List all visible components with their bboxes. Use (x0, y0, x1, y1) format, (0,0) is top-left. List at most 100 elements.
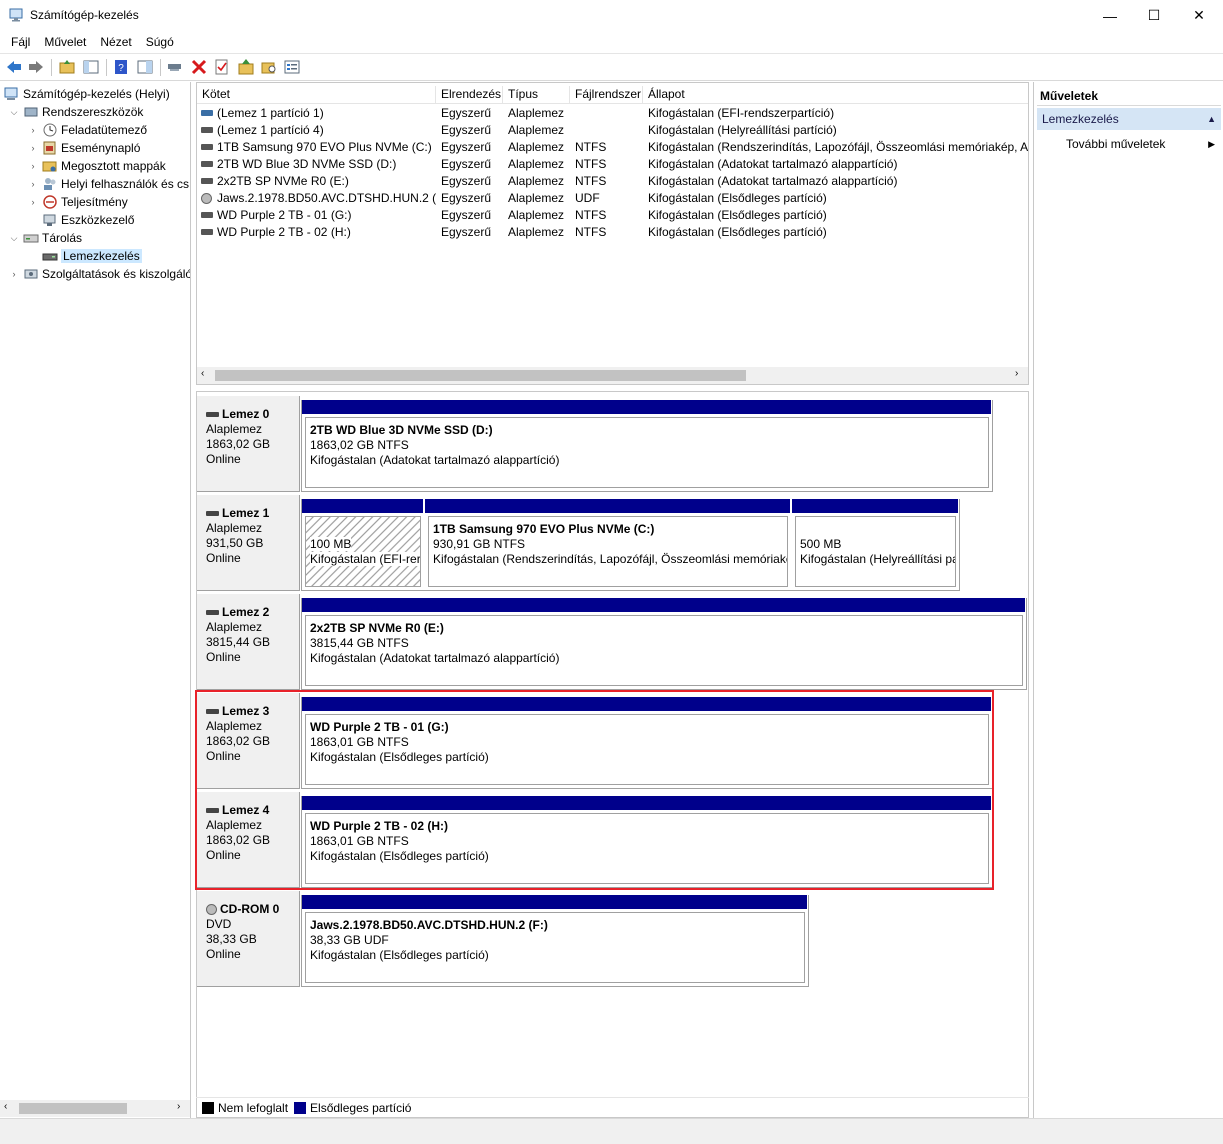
disk-icon (206, 610, 219, 615)
partition[interactable]: WD Purple 2 TB - 02 (H:) 1863,01 GB NTFS… (302, 796, 991, 887)
actions-pane: Műveletek Lemezkezelés ▲ További művelet… (1033, 82, 1223, 1118)
partition-box-recovery: 500 MB Kifogástalan (Helyreállítási pa (795, 516, 956, 587)
tree-item-performance[interactable]: › Teljesítmény (27, 193, 128, 211)
partitions-frame: 2x2TB SP NVMe R0 (E:) 3815,44 GB NTFS Ki… (301, 598, 1027, 690)
disk-info[interactable]: Lemez 3 Alaplemez 1863,02 GB Online (197, 693, 300, 789)
expand-arrow-icon[interactable]: ⌵ (8, 107, 20, 118)
menu-action[interactable]: Művelet (37, 35, 93, 49)
disk-info[interactable]: Lemez 1 Alaplemez 931,50 GB Online (197, 495, 300, 591)
tree-item-device-manager[interactable]: Eszközkezelő (42, 211, 134, 229)
menu-view[interactable]: Nézet (93, 35, 138, 49)
column-header-type[interactable]: Típus (503, 86, 570, 104)
tree-item-storage[interactable]: ⌵ Tárolás (8, 229, 82, 247)
partition-box: WD Purple 2 TB - 01 (G:) 1863,01 GB NTFS… (305, 714, 989, 785)
list-row[interactable]: Jaws.2.1978.BD50.AVC.DTSHD.HUN.2 (F:) Eg… (197, 190, 1028, 207)
list-row[interactable]: 2TB WD Blue 3D NVMe SSD (D:) Egyszerű Al… (197, 156, 1028, 173)
minimize-button[interactable]: — (1087, 0, 1133, 31)
list-row[interactable]: WD Purple 2 TB - 01 (G:) Egyszerű Alaple… (197, 207, 1028, 224)
collapse-arrow-icon[interactable]: ▲ (1207, 108, 1216, 130)
properties-pane-icon[interactable] (136, 58, 154, 76)
tree-item-computer-management[interactable]: Számítógép-kezelés (Helyi) (4, 85, 170, 103)
scrollbar-thumb[interactable] (19, 1103, 127, 1114)
expand-arrow-icon[interactable]: › (8, 269, 20, 279)
tree-item-task-scheduler[interactable]: › Feladatütemező (27, 121, 148, 139)
tree-item-disk-management[interactable]: Lemezkezelés (42, 247, 142, 265)
tree-item-local-users[interactable]: › Helyi felhasználók és cs (27, 175, 190, 193)
event-log-icon (43, 141, 56, 155)
check-icon[interactable] (213, 58, 231, 76)
partition[interactable]: 100 MB Kifogástalan (EFI-rer (302, 499, 423, 590)
cd-drive-icon (206, 904, 217, 915)
submenu-arrow-icon: ▶ (1208, 139, 1215, 149)
delete-icon[interactable] (190, 58, 208, 76)
disk-info[interactable]: Lemez 2 Alaplemez 3815,44 GB Online (197, 594, 300, 690)
tree-item-system-tools[interactable]: ⌵ Rendszereszközök (8, 103, 144, 121)
partition[interactable]: WD Purple 2 TB - 01 (G:) 1863,01 GB NTFS… (302, 697, 991, 788)
expand-arrow-icon[interactable]: ⌵ (8, 233, 20, 244)
tree-item-event-viewer[interactable]: › Eseménynapló (27, 139, 141, 157)
menu-file[interactable]: Fájl (4, 35, 37, 49)
show-tree-icon[interactable] (82, 58, 100, 76)
scroll-right-icon[interactable]: › (177, 1101, 180, 1112)
close-button[interactable]: ✕ (1176, 0, 1222, 31)
disk-row-cdrom: CD-ROM 0 DVD 38,33 GB Online Jaws.2.1978… (197, 891, 997, 990)
volume-icon (201, 161, 213, 167)
list-row[interactable]: 2x2TB SP NVMe R0 (E:) Egyszerű Alaplemez… (197, 173, 1028, 190)
volume-icon (201, 178, 213, 184)
help-icon[interactable]: ? (112, 58, 130, 76)
toolbar: ? (0, 53, 1223, 81)
storage-icon (23, 234, 39, 243)
disk-info[interactable]: Lemez 4 Alaplemez 1863,02 GB Online (197, 792, 300, 888)
more-actions-item[interactable]: További műveletek ▶ (1037, 134, 1221, 154)
list-header: Kötet Elrendezés Típus Fájlrendszer Álla… (197, 86, 1028, 104)
column-header-status[interactable]: Állapot (643, 86, 1028, 104)
scroll-left-icon[interactable]: ‹ (201, 368, 204, 379)
cd-drive-icon (201, 193, 212, 204)
partition[interactable]: 1TB Samsung 970 EVO Plus NVMe (C:) 930,9… (425, 499, 790, 590)
search-folder-icon[interactable] (260, 58, 278, 76)
partition-box: 2TB WD Blue 3D NVMe SSD (D:) 1863,02 GB … (305, 417, 989, 488)
menu-help[interactable]: Súgó (139, 35, 181, 49)
partition-bar (302, 796, 991, 810)
partition-bar (302, 598, 1025, 612)
list-row[interactable]: 1TB Samsung 970 EVO Plus NVMe (C:) Egysz… (197, 139, 1028, 156)
clock-icon (43, 123, 57, 137)
expand-arrow-icon[interactable]: › (27, 161, 39, 171)
list-row[interactable]: (Lemez 1 partíció 1) Egyszerű Alaplemez … (197, 105, 1028, 122)
expand-arrow-icon[interactable]: › (27, 197, 39, 207)
tree-item-services[interactable]: › Szolgáltatások és kiszolgáló (8, 265, 191, 283)
legend: Nem lefoglalt Elsődleges partíció (196, 1097, 1029, 1118)
scrollbar-thumb[interactable] (215, 370, 746, 381)
maximize-button[interactable]: ☐ (1131, 0, 1177, 31)
legend-label-unallocated: Nem lefoglalt (218, 1101, 289, 1115)
scroll-right-icon[interactable]: › (1015, 368, 1018, 379)
partition[interactable]: 2TB WD Blue 3D NVMe SSD (D:) 1863,02 GB … (302, 400, 991, 491)
disk-icon (206, 412, 219, 417)
connect-icon[interactable] (166, 58, 184, 76)
back-arrow-icon[interactable] (5, 58, 23, 76)
column-header-layout[interactable]: Elrendezés (436, 86, 503, 104)
expand-arrow-icon[interactable]: › (27, 179, 39, 189)
column-header-filesystem[interactable]: Fájlrendszer (570, 86, 643, 104)
scroll-left-icon[interactable]: ‹ (4, 1101, 7, 1112)
tree-horizontal-scrollbar[interactable]: ‹ › (0, 1100, 190, 1117)
disk-info[interactable]: CD-ROM 0 DVD 38,33 GB Online (197, 891, 300, 987)
disk-info[interactable]: Lemez 0 Alaplemez 1863,02 GB Online (197, 396, 300, 492)
partition[interactable]: 500 MB Kifogástalan (Helyreállítási pa (792, 499, 958, 590)
list-row[interactable]: WD Purple 2 TB - 02 (H:) Egyszerű Alaple… (197, 224, 1028, 241)
disk-row-0: Lemez 0 Alaplemez 1863,02 GB Online 2TB … (197, 396, 997, 495)
volume-icon (201, 144, 213, 150)
folder-up-icon[interactable] (237, 58, 255, 76)
up-folder-icon[interactable] (58, 58, 76, 76)
properties-icon[interactable] (283, 58, 301, 76)
list-horizontal-scrollbar[interactable]: ‹ › (197, 367, 1028, 384)
forward-arrow-icon[interactable] (27, 58, 45, 76)
list-row[interactable]: (Lemez 1 partíció 4) Egyszerű Alaplemez … (197, 122, 1028, 139)
partition[interactable]: Jaws.2.1978.BD50.AVC.DTSHD.HUN.2 (F:) 38… (302, 895, 807, 986)
actions-section-disk-management[interactable]: Lemezkezelés ▲ (1037, 108, 1221, 130)
expand-arrow-icon[interactable]: › (27, 143, 39, 153)
column-header-volume[interactable]: Kötet (197, 86, 436, 104)
expand-arrow-icon[interactable]: › (27, 125, 39, 135)
partition[interactable]: 2x2TB SP NVMe R0 (E:) 3815,44 GB NTFS Ki… (302, 598, 1025, 689)
tree-item-shared-folders[interactable]: › Megosztott mappák (27, 157, 166, 175)
